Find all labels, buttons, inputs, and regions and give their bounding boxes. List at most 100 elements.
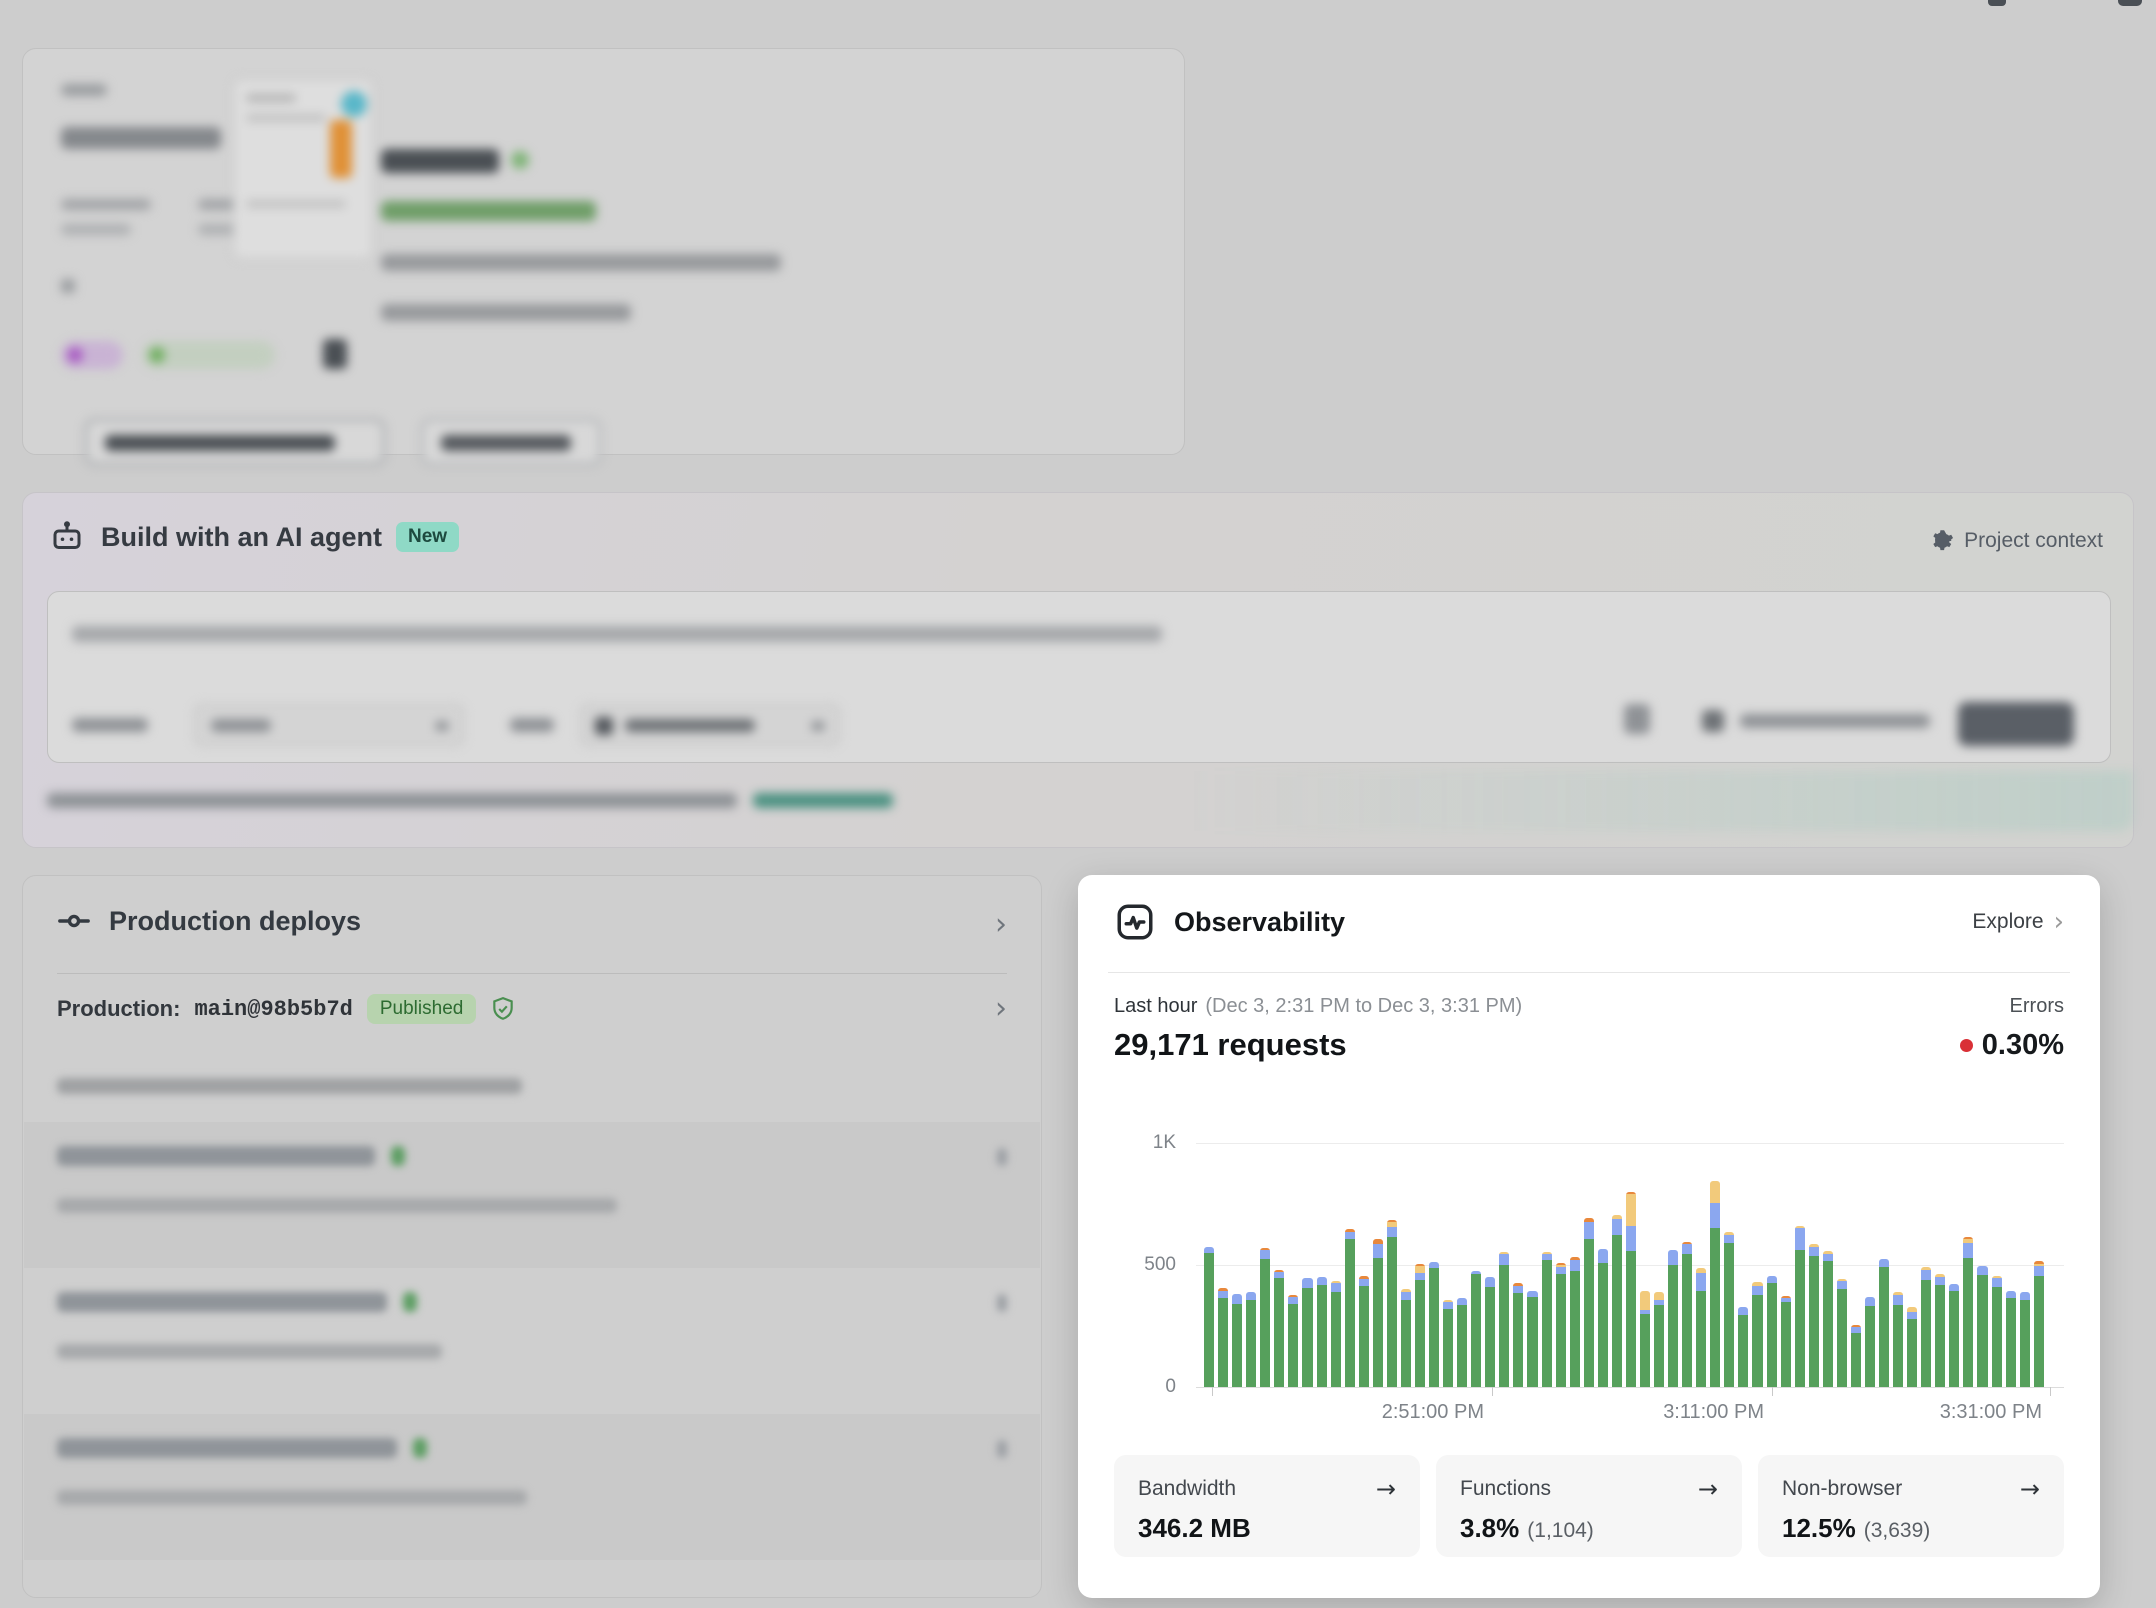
bar-segment-redirect [1935, 1277, 1945, 1284]
bar-segment-success [1626, 1251, 1636, 1387]
stacked-bar[interactable] [1781, 1296, 1791, 1387]
stacked-bar[interactable] [1387, 1220, 1397, 1387]
stacked-bar[interactable] [1907, 1307, 1917, 1387]
stacked-bar[interactable] [1373, 1239, 1383, 1387]
blurred-customize-button[interactable] [421, 419, 601, 465]
stacked-bar[interactable] [1795, 1226, 1805, 1387]
bar-segment-redirect [1513, 1286, 1523, 1293]
bar-segment-success [1457, 1305, 1467, 1387]
stacked-bar[interactable] [1654, 1292, 1664, 1387]
stacked-bar[interactable] [1485, 1277, 1495, 1387]
stacked-bar[interactable] [1865, 1297, 1875, 1387]
stacked-bar[interactable] [2034, 1261, 2044, 1387]
stacked-bar[interactable] [2020, 1292, 2030, 1387]
stacked-bar[interactable] [1415, 1264, 1425, 1387]
stacked-bar[interactable] [1696, 1268, 1706, 1387]
stacked-bar[interactable] [1949, 1284, 1959, 1387]
stacked-bar[interactable] [1893, 1292, 1903, 1387]
bar-segment-success [1935, 1285, 1945, 1387]
stacked-bar[interactable] [1640, 1291, 1650, 1387]
bar-segment-success [1640, 1314, 1650, 1387]
stacked-bar[interactable] [1598, 1249, 1608, 1387]
stacked-bar[interactable] [1710, 1181, 1720, 1387]
submit-prompt-button[interactable] [1958, 702, 2074, 746]
stacked-bar[interactable] [1359, 1276, 1369, 1387]
stacked-bar[interactable] [1612, 1215, 1622, 1387]
deploy-row-chevron[interactable] [997, 1440, 1007, 1458]
blurred-config-button[interactable] [85, 419, 385, 465]
attach-icon[interactable] [1702, 710, 1724, 732]
stacked-bar[interactable] [1963, 1237, 1973, 1387]
stacked-bar[interactable] [1345, 1229, 1355, 1387]
stacked-bar[interactable] [2006, 1291, 2016, 1387]
stacked-bar[interactable] [1556, 1263, 1566, 1387]
stacked-bar[interactable] [1935, 1274, 1945, 1387]
mic-icon[interactable] [1624, 704, 1650, 734]
stacked-bar[interactable] [1443, 1300, 1453, 1387]
stacked-bar[interactable] [1499, 1252, 1509, 1387]
stacked-bar[interactable] [1738, 1307, 1748, 1387]
stacked-bar[interactable] [1752, 1282, 1762, 1387]
learn-more-link-placeholder[interactable] [753, 793, 893, 808]
stacked-bar[interactable] [1288, 1295, 1298, 1387]
stacked-bar[interactable] [1246, 1292, 1256, 1387]
deploy-row-chevron[interactable]: › [995, 994, 1007, 1024]
agent-prompt-input[interactable] [47, 591, 2111, 763]
stacked-bar[interactable] [1204, 1247, 1214, 1387]
stacked-bar[interactable] [1851, 1325, 1861, 1387]
stacked-bar[interactable] [1584, 1218, 1594, 1387]
extra-icon[interactable] [323, 339, 347, 369]
deploy-title-placeholder [57, 1438, 397, 1458]
stacked-bar[interactable] [1668, 1250, 1678, 1387]
stacked-bar[interactable] [1626, 1192, 1636, 1387]
project-context-button[interactable]: Project context [1931, 529, 2103, 553]
stacked-bar[interactable] [1879, 1259, 1889, 1387]
stacked-bar[interactable] [1429, 1262, 1439, 1387]
stacked-bar[interactable] [1302, 1278, 1312, 1387]
stacked-bar[interactable] [1513, 1283, 1523, 1387]
stacked-bar[interactable] [1542, 1252, 1552, 1387]
stacked-bar[interactable] [1331, 1281, 1341, 1387]
stacked-bar[interactable] [1837, 1279, 1847, 1387]
stacked-bar[interactable] [1977, 1266, 1987, 1387]
agent-select[interactable] [580, 704, 840, 746]
deploy-row-chevron[interactable] [997, 1294, 1007, 1312]
stacked-bar[interactable] [1218, 1288, 1228, 1387]
stacked-bar[interactable] [1570, 1257, 1580, 1387]
stacked-bar[interactable] [1260, 1248, 1270, 1387]
stacked-bar[interactable] [1527, 1291, 1537, 1387]
stacked-bar[interactable] [1401, 1289, 1411, 1387]
production-deploys-chevron[interactable]: › [995, 910, 1007, 940]
stacked-bar[interactable] [1317, 1277, 1327, 1387]
deploy-row[interactable] [57, 1138, 1007, 1258]
deploy-row-chevron[interactable] [997, 1148, 1007, 1166]
non-browser-stat-card[interactable]: Non-browser → 12.5%(3,639) [1758, 1455, 2064, 1557]
stacked-bar[interactable] [1724, 1232, 1734, 1387]
project-logo [61, 84, 107, 96]
deploy-description-placeholder [57, 1198, 617, 1213]
bar-segment-redirect [1907, 1312, 1917, 1319]
stacked-bar[interactable] [1809, 1244, 1819, 1387]
bar-segment-success [1415, 1280, 1425, 1387]
stacked-bar[interactable] [1767, 1276, 1777, 1387]
stacked-bar[interactable] [1232, 1294, 1242, 1387]
deploy-row[interactable] [57, 1430, 1007, 1550]
explore-button[interactable]: Explore › [1972, 909, 2064, 935]
stacked-bar[interactable] [1471, 1271, 1481, 1387]
domain-link-placeholder[interactable] [381, 201, 596, 221]
x-tick-label: 2:51:00 PM [1382, 1401, 1484, 1424]
stacked-bar[interactable] [1823, 1251, 1833, 1387]
range-detail: (Dec 3, 2:31 PM to Dec 3, 3:31 PM) [1205, 995, 1522, 1018]
bar-segment-redirect [1724, 1235, 1734, 1243]
stacked-bar[interactable] [1457, 1298, 1467, 1387]
functions-stat-card[interactable]: Functions → 3.8%(1,104) [1436, 1455, 1742, 1557]
stacked-bar[interactable] [1992, 1276, 2002, 1387]
stacked-bar[interactable] [1921, 1267, 1931, 1387]
stacked-bar[interactable] [1682, 1242, 1692, 1387]
bar-segment-success [1542, 1260, 1552, 1387]
deploy-row[interactable] [57, 1284, 1007, 1404]
stacked-bar[interactable] [1274, 1270, 1284, 1387]
deploy-row[interactable]: Production: main@98b5b7d Published › [57, 994, 1007, 1040]
page-select[interactable] [194, 704, 464, 746]
bandwidth-stat-card[interactable]: Bandwidth → 346.2 MB [1114, 1455, 1420, 1557]
